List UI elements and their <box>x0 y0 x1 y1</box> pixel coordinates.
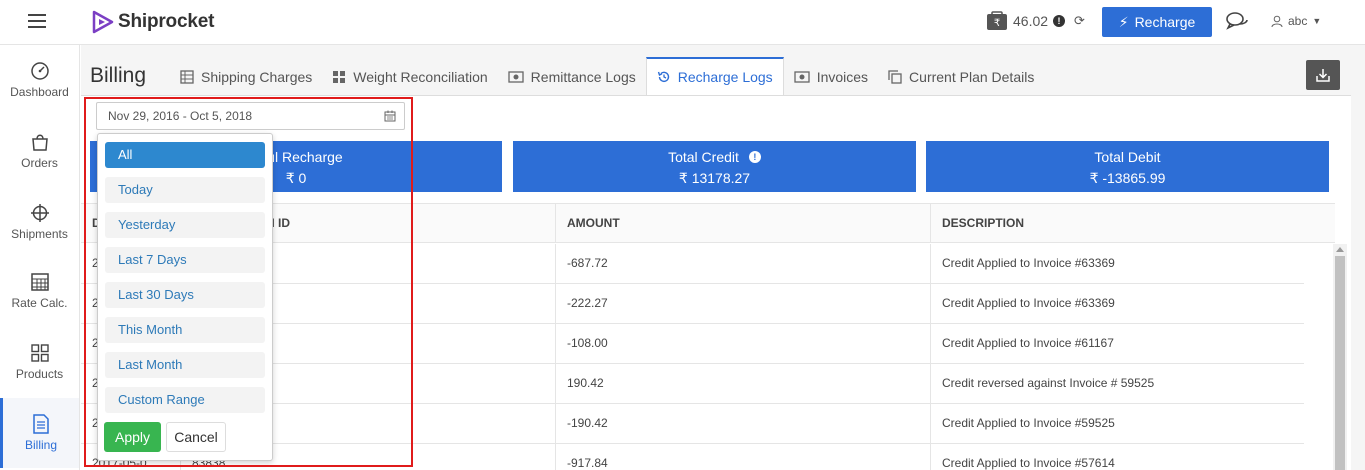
cell-description: Credit Applied to Invoice #63369 <box>942 256 1115 270</box>
page-title: Billing <box>90 64 147 87</box>
scrollbar-thumb[interactable] <box>1335 256 1345 470</box>
chat-icon[interactable] <box>1226 12 1248 30</box>
shopping-bag-icon <box>31 134 48 151</box>
table-icon <box>180 70 194 84</box>
cell-description: Credit Applied to Invoice #57614 <box>942 456 1115 470</box>
tab-remittance-logs[interactable]: Remittance Logs <box>498 59 646 95</box>
date-range-picker[interactable]: Nov 29, 2016 - Oct 5, 2018 <box>96 102 405 130</box>
cell-amount: -108.00 <box>556 324 931 363</box>
total-credit-card: Total Credit ! ₹ 13178.27 <box>513 141 916 192</box>
sidebar: Dashboard Orders Shipments Rate Calc. Pr… <box>0 45 80 470</box>
wallet-icon: ₹ <box>987 11 1007 30</box>
hamburger-menu-icon[interactable] <box>28 14 46 28</box>
grid-icon <box>30 344 49 362</box>
tab-shipping-charges[interactable]: Shipping Charges <box>170 59 322 95</box>
sidebar-item-label: Billing <box>24 438 57 452</box>
cell-amount: -222.27 <box>556 284 931 323</box>
refresh-icon[interactable]: ⟳ <box>1074 13 1085 29</box>
caret-down-icon: ▼ <box>1312 16 1322 26</box>
history-icon <box>657 71 669 83</box>
dashboard-gauge-icon <box>30 62 49 80</box>
tab-label: Recharge Logs <box>677 69 773 85</box>
calculator-icon <box>30 273 49 291</box>
total-debit-card: Total Debit ₹ -13865.99 <box>926 141 1329 192</box>
cell-amount: -190.42 <box>556 404 931 443</box>
stat-label: Total Credit <box>668 149 739 165</box>
range-option-today[interactable]: Today <box>105 177 265 203</box>
range-option-last-30-days[interactable]: Last 30 Days <box>105 282 265 308</box>
sidebar-item-rate-calc[interactable]: Rate Calc. <box>0 256 79 326</box>
tab-recharge-logs[interactable]: Recharge Logs <box>645 57 784 95</box>
tab-invoices[interactable]: Invoices <box>784 59 878 95</box>
cell-description: Credit Applied to Invoice #61167 <box>942 336 1114 350</box>
sidebar-item-orders[interactable]: Orders <box>0 116 79 186</box>
sidebar-item-label: Orders <box>21 156 58 170</box>
range-option-all[interactable]: All <box>105 142 265 168</box>
sidebar-item-billing[interactable]: Billing <box>0 398 79 468</box>
cell-description: Credit Applied to Invoice #63369 <box>942 296 1115 310</box>
sidebar-item-label: Dashboard <box>10 85 69 99</box>
apply-button[interactable]: Apply <box>104 422 161 452</box>
wallet-balance: 46.02 <box>1013 13 1049 29</box>
user-icon <box>1271 15 1283 27</box>
recharge-label: Recharge <box>1134 14 1196 30</box>
cell-amount: -917.84 <box>556 444 931 470</box>
stat-label: Total Debit <box>1094 149 1161 165</box>
range-option-yesterday[interactable]: Yesterday <box>105 212 265 238</box>
tab-label: Weight Reconciliation <box>353 69 488 85</box>
download-icon <box>1316 69 1330 82</box>
date-range-value: Nov 29, 2016 - Oct 5, 2018 <box>108 109 253 123</box>
column-header-amount[interactable]: AMOUNT <box>556 204 931 242</box>
top-bar: Shiprocket ₹ 46.02 ! ⟳ ⚡ Recharge abc ▼ <box>0 0 1365 45</box>
sidebar-item-dashboard[interactable]: Dashboard <box>0 45 79 115</box>
vertical-scrollbar[interactable] <box>1333 244 1347 470</box>
sidebar-item-label: Products <box>15 367 64 381</box>
cell-amount: 190.42 <box>556 364 931 403</box>
recharge-button[interactable]: ⚡ Recharge <box>1102 7 1212 37</box>
download-button[interactable] <box>1306 60 1340 90</box>
wallet[interactable]: ₹ 46.02 ! ⟳ <box>986 11 1085 31</box>
cell-description: Credit reversed against Invoice # 59525 <box>942 376 1155 390</box>
user-menu[interactable]: abc ▼ <box>1271 14 1321 28</box>
tab-label: Invoices <box>816 69 869 85</box>
tab-label: Shipping Charges <box>201 69 313 85</box>
svg-text:₹: ₹ <box>994 18 1000 29</box>
range-option-custom-range[interactable]: Custom Range <box>105 387 265 413</box>
shiprocket-logo-icon <box>92 10 114 34</box>
sidebar-item-shipments[interactable]: Shipments <box>0 187 79 257</box>
stat-value: ₹ -13865.99 <box>1089 170 1166 186</box>
tab-bar: Shipping Charges Weight Reconciliation R… <box>170 57 1044 95</box>
sidebar-item-label: Rate Calc. <box>11 296 68 310</box>
cell-description: Credit Applied to Invoice #59525 <box>942 416 1115 430</box>
blocks-icon <box>333 71 346 83</box>
range-option-this-month[interactable]: This Month <box>105 317 265 343</box>
main-area: Billing Shipping Charges Weight Reconcil… <box>81 45 1365 470</box>
user-name: abc <box>1288 14 1308 28</box>
logo-text: Shiprocket <box>118 11 215 32</box>
document-icon <box>33 414 49 434</box>
cancel-button[interactable]: Cancel <box>166 422 226 452</box>
scroll-up-arrow-icon[interactable] <box>1336 247 1344 252</box>
cell-amount: -687.72 <box>556 244 931 283</box>
stat-value: ₹ 13178.27 <box>678 170 751 186</box>
info-icon[interactable]: ! <box>1053 15 1066 27</box>
tab-label: Current Plan Details <box>909 69 1035 85</box>
crosshair-icon <box>30 204 49 222</box>
logo[interactable]: Shiprocket <box>91 9 214 35</box>
range-option-last-month[interactable]: Last Month <box>105 352 265 378</box>
tab-weight-reconciliation[interactable]: Weight Reconciliation <box>322 59 497 95</box>
tab-current-plan-details[interactable]: Current Plan Details <box>878 59 1044 95</box>
money-icon <box>794 71 810 83</box>
info-icon[interactable]: ! <box>748 151 761 163</box>
lightning-icon: ⚡ <box>1118 13 1129 30</box>
money-icon <box>508 71 524 83</box>
calendar-icon <box>384 110 396 122</box>
sidebar-item-products[interactable]: Products <box>0 327 79 397</box>
sidebar-item-label: Shipments <box>11 227 68 241</box>
date-range-dropdown: All Today Yesterday Last 7 Days Last 30 Days… <box>97 133 273 461</box>
column-header-description[interactable]: DESCRIPTION <box>931 204 1335 242</box>
range-option-last-7-days[interactable]: Last 7 Days <box>105 247 265 273</box>
copy-icon <box>888 70 902 84</box>
tab-label: Remittance Logs <box>530 69 636 85</box>
